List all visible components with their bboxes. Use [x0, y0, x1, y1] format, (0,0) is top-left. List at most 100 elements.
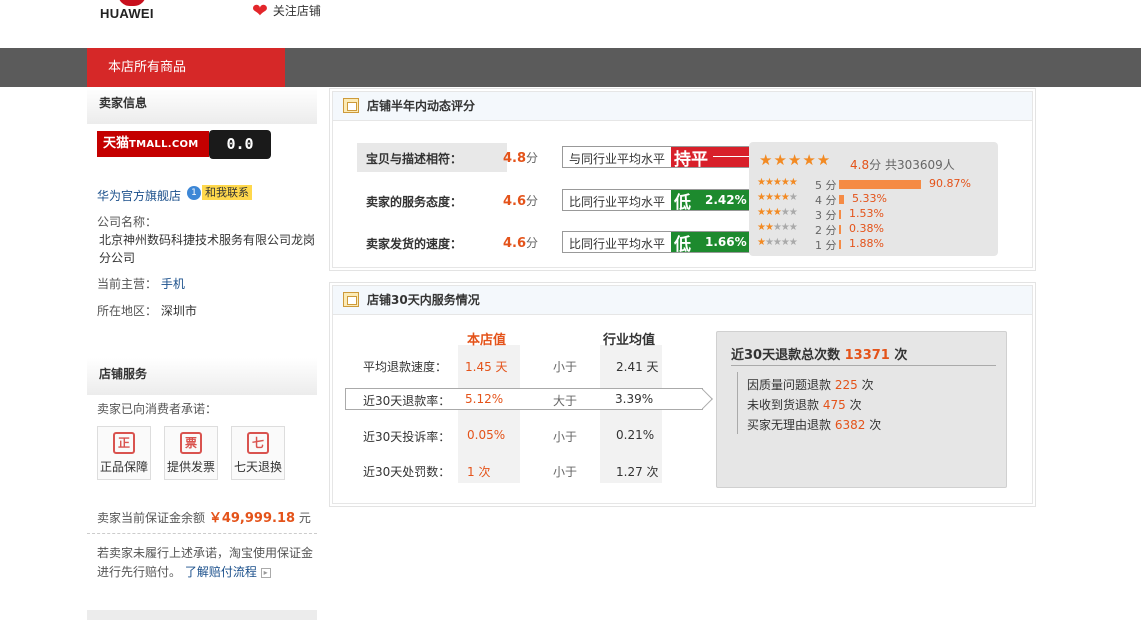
distribution-percent: 0.38% — [849, 222, 884, 235]
industry-average-header: 行业均值 — [603, 333, 656, 348]
distribution-bar — [839, 180, 921, 189]
compare-tag-text: 持平 — [674, 150, 708, 170]
comparison-word: 小于 — [553, 430, 578, 444]
location-row: 所在地区： 深圳市 — [97, 302, 197, 320]
rating-panel-title: 店铺半年内动态评分 — [367, 99, 476, 113]
huawei-logo[interactable]: HUAWEI — [100, 0, 170, 22]
star-icon: ★★★★★ — [757, 237, 798, 248]
compare-percent: 1.66% — [705, 235, 747, 249]
chevron-right-icon[interactable]: ▸ — [260, 567, 271, 578]
contact-seller-button[interactable]: 1 和我联系 — [187, 185, 252, 200]
invoice-icon: 票 — [180, 432, 202, 454]
service-panel: 店铺30天内服务情况 本店值 行业均值 平均退款速度： 1.45 天 小于 2.… — [329, 282, 1036, 507]
distribution-label: 1 分 — [815, 239, 837, 252]
rating-label: 卖家发货的速度： — [366, 237, 463, 251]
industry-value: 2.41 天 — [616, 360, 659, 374]
nav-tab-all-products[interactable]: 本店所有商品 — [87, 48, 285, 87]
store-service-header: 店铺服务 — [87, 358, 317, 395]
shop-value: 1 次 — [467, 465, 491, 479]
compare-tag: 低 1.66% — [671, 232, 756, 255]
compare-tag-text: 低 — [674, 235, 691, 255]
rating-row-shipping: 卖家发货的速度： 4.6分 比同行业平均水平 低 1.66% — [358, 230, 757, 255]
star-icon: ★★★★★ — [757, 222, 798, 233]
service-row: 平均退款速度： 1.45 天 小于 2.41 天 — [363, 355, 703, 375]
compare-tag: 持平 — [671, 147, 756, 170]
rating-label: 宝贝与描述相符： — [366, 152, 463, 166]
refund-item-not-received: 未收到货退款 475 次 — [747, 398, 862, 412]
refund-item-no-reason: 买家无理由退款 6382 次 — [747, 418, 882, 432]
service-row-highlight: 近30天退款率： 5.12% 大于 3.39% — [345, 388, 713, 410]
tmall-cat-icon: 0.0 — [209, 130, 271, 159]
distribution-percent: 5.33% — [852, 192, 887, 205]
star-rating-icon: ★★★★★ — [759, 151, 832, 169]
rating-score: 4.6分 — [503, 194, 539, 209]
contact-seller-label: 和我联系 — [202, 185, 252, 200]
service-row: 近30天处罚数： 1 次 小于 1.27 次 — [363, 460, 703, 480]
company-name: 北京神州数码科捷技术服务有限公司龙岗分公司 — [99, 233, 316, 265]
distribution-row: ★★★★★ 5 分 90.87% — [757, 177, 997, 192]
flat-line — [713, 156, 749, 157]
score-distribution: ★★★★★ 4.8分 共303609人 ★★★★★ 5 分 90.87% ★★★… — [749, 142, 998, 256]
star-icon: ★★★★★ — [757, 207, 798, 218]
genuine-icon: 正 — [113, 432, 135, 454]
company-label: 公司名称： — [97, 215, 158, 229]
heart-icon: ❤ — [252, 0, 268, 22]
location-label: 所在地区： — [97, 304, 158, 318]
tmall-badge[interactable]: 天猫TMALL.COM 0.0 — [97, 130, 272, 159]
seller-info-title: 卖家信息 — [87, 87, 317, 124]
service-label: 近30天退款率： — [363, 394, 451, 408]
tree-line — [737, 372, 738, 434]
genuine-guarantee-badge[interactable]: 正 正品保障 — [97, 426, 151, 480]
industry-compare: 比同行业平均水平 低 1.66% — [562, 231, 757, 255]
industry-compare: 与同行业平均水平 持平 — [562, 146, 757, 170]
star-icon: ★★★★★ — [757, 192, 798, 203]
main-business-link[interactable]: 手机 — [161, 277, 185, 291]
industry-value: 0.21% — [616, 428, 655, 442]
seven-day-return-badge[interactable]: 七 七天退换 — [231, 426, 285, 480]
divider — [87, 533, 317, 534]
rating-panel-header: 店铺半年内动态评分 — [333, 92, 1032, 121]
sidebar: 卖家信息 天猫TMALL.COM 0.0 华为官方旗舰店 1 和我联系 公司名称… — [87, 87, 317, 620]
comparison-word: 大于 — [553, 394, 578, 408]
compensation-process-link[interactable]: 了解赔付流程 — [185, 565, 257, 579]
invoice-badge[interactable]: 票 提供发票 — [164, 426, 218, 480]
compare-text: 比同行业平均水平 — [569, 195, 666, 209]
service-label: 近30天处罚数： — [363, 465, 451, 479]
compare-tag: 低 2.42% — [671, 190, 756, 213]
compensation-note: 若卖家未履行上述承诺，淘宝使用保证金进行先行赔付。 了解赔付流程 ▸ — [97, 544, 322, 582]
calendar-icon — [343, 98, 359, 113]
shop-value-header: 本店值 — [467, 333, 507, 348]
rating-row-service: 卖家的服务态度： 4.6分 比同行业平均水平 低 2.42% — [358, 188, 757, 213]
industry-value: 3.39% — [615, 392, 654, 406]
distribution-row: ★★★★★ 2 分 0.38% — [757, 222, 997, 237]
distribution-label: 4 分 — [815, 194, 837, 207]
seven-day-icon: 七 — [247, 432, 269, 454]
distribution-label: 5 分 — [815, 179, 837, 192]
divider — [731, 365, 996, 366]
brand-name: HUAWEI — [100, 6, 154, 21]
compare-text: 比同行业平均水平 — [569, 237, 666, 251]
sidebar-next-section — [87, 610, 317, 620]
shop-name-link[interactable]: 华为官方旗舰店 — [97, 187, 181, 204]
deposit-row: 卖家当前保证金余额 ￥49,999.18 元 — [97, 507, 311, 526]
rating-label: 卖家的服务态度： — [366, 195, 463, 209]
rating-row-description: 宝贝与描述相符： 4.8分 与同行业平均水平 持平 — [358, 145, 757, 170]
main-business-row: 当前主营： 手机 — [97, 275, 185, 293]
distribution-percent: 1.88% — [849, 237, 884, 250]
follow-store-button[interactable]: ❤ 关注店铺 — [252, 0, 321, 22]
deposit-label: 卖家当前保证金余额 — [97, 511, 206, 525]
compare-tag-text: 低 — [674, 193, 691, 213]
refund-total: 近30天退款总次数 13371 次 — [731, 348, 908, 363]
tmall-badge-text: 天猫TMALL.COM — [97, 131, 209, 157]
star-icon: ★★★★★ — [757, 177, 798, 188]
distribution-bar — [839, 240, 841, 249]
industry-compare: 比同行业平均水平 低 2.42% — [562, 189, 757, 213]
distribution-label: 3 分 — [815, 209, 837, 222]
distribution-bar — [839, 195, 844, 204]
refund-item-quality: 因质量问题退款 225 次 — [747, 378, 874, 392]
distribution-label: 2 分 — [815, 224, 837, 237]
follow-store-label: 关注店铺 — [272, 4, 321, 18]
comparison-word: 小于 — [553, 465, 578, 479]
store-service-title: 店铺服务 — [87, 358, 317, 395]
rating-score: 4.8分 — [503, 151, 539, 166]
